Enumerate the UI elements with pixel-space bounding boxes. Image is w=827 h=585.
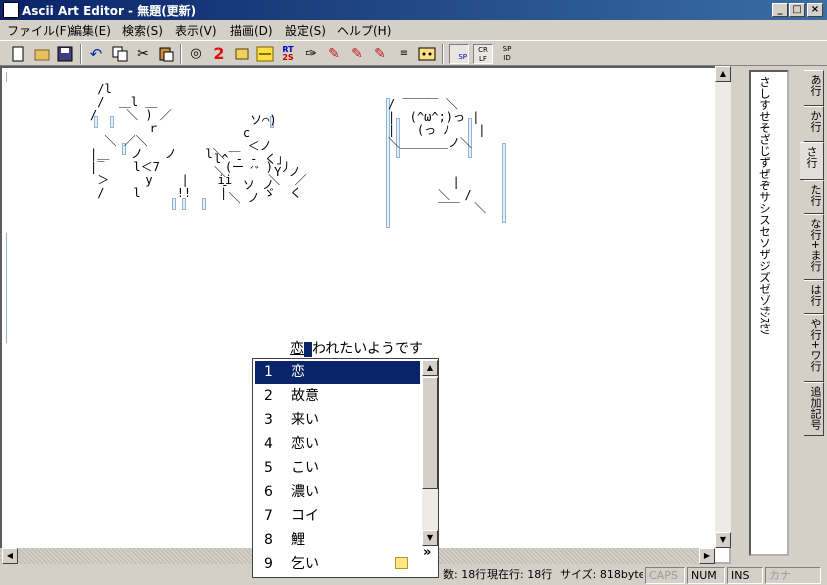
- rt-to-icon[interactable]: RT 2S: [278, 44, 298, 64]
- minimize-button[interactable]: _: [772, 3, 788, 17]
- tab-ta-row[interactable]: た行: [804, 180, 824, 214]
- status-ins: INS: [727, 567, 763, 584]
- tab-ya-wa-row[interactable]: や行+ワ行: [804, 314, 824, 382]
- scroll-down-button[interactable]: ▼: [715, 532, 731, 548]
- title-bar: Ascii Art Editor - 無題(更新) _ □ ×: [0, 0, 827, 20]
- copy-icon[interactable]: [110, 44, 130, 64]
- status-caps: CAPS: [645, 567, 685, 584]
- menu-settings[interactable]: 設定(S): [285, 22, 326, 39]
- menu-help[interactable]: ヘルプ(H): [337, 22, 391, 39]
- crlf-toggle-icon[interactable]: CR LF: [473, 44, 493, 64]
- lf-label: LF: [479, 55, 487, 63]
- toolbar-separator: [80, 44, 82, 64]
- character-palette[interactable]: さしすせそざじずぜぞサシスセソザジズゼゾｻｼｽｾｿ: [749, 70, 789, 556]
- 2s-label: 2S: [282, 53, 294, 62]
- line-icon[interactable]: [255, 44, 275, 64]
- menu-bar: ファイル(F) 編集(E) 検索(S) 表示(V) 描画(D) 設定(S) ヘル…: [0, 20, 827, 39]
- status-bar: 数: 18行 現在行: 18行 サイズ: 818byte CAPS NUM IN…: [0, 565, 827, 585]
- toolbar-separator: [442, 44, 444, 64]
- space-toggle-icon[interactable]: SP: [449, 44, 469, 64]
- editor-vertical-scrollbar[interactable]: ▲ ▼: [715, 66, 731, 548]
- window-title: Ascii Art Editor - 無題(更新): [22, 4, 197, 18]
- candidate-item[interactable]: 2 故意: [255, 385, 420, 408]
- candidate-scroll-thumb[interactable]: [422, 377, 438, 489]
- space-guide: [502, 143, 506, 223]
- ime-converted-text: 恋: [290, 341, 304, 357]
- open-folder-icon[interactable]: [32, 44, 52, 64]
- ime-composition: 恋われたいようです: [290, 338, 423, 358]
- scroll-up-button[interactable]: ▲: [715, 66, 731, 82]
- find-icon[interactable]: ◎: [186, 44, 206, 64]
- scroll-right-button[interactable]: ▶: [699, 548, 715, 564]
- face-icon[interactable]: [417, 44, 437, 64]
- candidate-item[interactable]: 3 来い: [255, 409, 420, 432]
- scroll-left-button[interactable]: ◀: [2, 548, 18, 564]
- toolbar: ↶ ✂ ◎ 2 RT 2S ✑ ✎ ✎ ✎ ≡ SP CR LF SP ID: [0, 40, 827, 66]
- maximize-button[interactable]: □: [789, 3, 805, 17]
- ime-remaining-text: われたいようです: [312, 341, 424, 357]
- menu-search[interactable]: 検索(S): [122, 22, 163, 39]
- candidate-item[interactable]: 7 コイ: [255, 505, 420, 528]
- save-icon[interactable]: [55, 44, 75, 64]
- menu-draw[interactable]: 描画(D): [230, 22, 273, 39]
- ime-candidate-window: 1恋 2 故意 3 来い 4 恋い 5 こい 6 濃い 7 コイ 8鯉 9 乞い ▲ ▼ »: [252, 358, 439, 578]
- sp-id-bottom-label: ID: [503, 54, 511, 62]
- ime-cursor: [304, 341, 312, 357]
- tab-ka-row[interactable]: か行: [804, 106, 824, 142]
- more-candidates-icon[interactable]: »: [423, 545, 431, 560]
- new-file-icon[interactable]: [8, 44, 28, 64]
- trim-icon[interactable]: ✎: [347, 44, 367, 64]
- candidate-scroll-up[interactable]: ▲: [422, 360, 438, 376]
- candidate-item[interactable]: 5 こい: [255, 457, 420, 480]
- tab-sa-row[interactable]: さ行: [800, 142, 824, 180]
- undo-icon[interactable]: ↶: [86, 44, 106, 64]
- candidate-scrollbar[interactable]: ▲ ▼: [422, 360, 438, 546]
- sp-id-top-label: SP: [502, 45, 512, 53]
- candidate-item[interactable]: 8鯉: [255, 529, 420, 552]
- candidate-item[interactable]: 4 恋い: [255, 433, 420, 456]
- ascii-art-speech-bubble: / ‾‾‾‾‾ ＼ | (^ω^;)っ | | (っ ﾉ | ＼＿＿＿＿ノ＼: [388, 97, 486, 150]
- status-kana: カナ: [765, 567, 821, 584]
- ascii-art-right: | ＼ / ‾‾‾ ＼: [438, 175, 487, 215]
- menu-file[interactable]: ファイル(F): [7, 22, 71, 39]
- status-size: サイズ: 818byte: [560, 568, 643, 581]
- shape-icon[interactable]: ✑: [301, 44, 321, 64]
- palette-characters[interactable]: さしすせそざじずぜぞサシスセソザジズゼゾｻｼｽｾｿ: [757, 76, 773, 335]
- number-two-icon[interactable]: 2: [209, 44, 229, 64]
- line-marker: [6, 233, 12, 343]
- line-marker: [6, 72, 12, 82]
- candidate-item[interactable]: 1恋: [255, 361, 420, 384]
- menu-view[interactable]: 表示(V): [175, 22, 217, 39]
- tab-ha-row[interactable]: は行: [804, 280, 824, 314]
- ruler-icon[interactable]: ≡: [394, 44, 414, 64]
- menu-edit[interactable]: 編集(E): [70, 22, 111, 39]
- tab-a-row[interactable]: あ行: [804, 70, 824, 106]
- app-icon: [3, 2, 19, 18]
- cut-icon[interactable]: ✂: [133, 44, 153, 64]
- tab-extra-symbols[interactable]: 追加記号: [804, 382, 824, 436]
- replace-icon[interactable]: [232, 44, 252, 64]
- status-current-line: 現在行: 18行: [487, 568, 553, 581]
- ascii-art-middle: ソ⌒) c ＿ ＜ノ l^ ‐ ‐ く｣ ＼ ´゛ Y ノ ‐ ソ ノ ＼ ノ: [214, 113, 301, 205]
- dot-draw-icon[interactable]: ✎: [324, 44, 344, 64]
- status-num: NUM: [687, 567, 725, 584]
- cr-label: CR: [478, 46, 488, 54]
- edit-icon[interactable]: ✎: [370, 44, 390, 64]
- tab-na-ma-row[interactable]: な行+ま行: [804, 214, 824, 280]
- close-button[interactable]: ×: [807, 3, 823, 17]
- paste-icon[interactable]: [156, 44, 176, 64]
- candidate-item[interactable]: 6 濃い: [255, 481, 420, 504]
- toolbar-separator: [180, 44, 182, 64]
- sp-id-icon[interactable]: SP ID: [497, 44, 517, 64]
- candidate-scroll-down[interactable]: ▼: [422, 530, 438, 546]
